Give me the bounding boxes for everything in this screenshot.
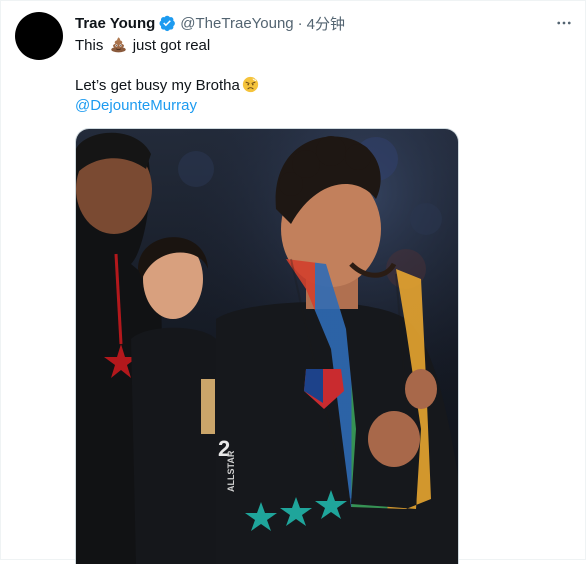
tweet-line-2: Let’s get busy my Brotha [75, 76, 555, 96]
tweet-line-1: This just got real [75, 36, 555, 56]
author-avatar[interactable] [15, 12, 63, 60]
verified-badge-icon [158, 14, 176, 32]
tweet-text: This just got real Let’s get busy my Bro… [75, 36, 555, 116]
line1-before: This [75, 37, 104, 54]
line2-text: Let’s get busy my Brotha [75, 77, 240, 94]
mention-link[interactable]: @DejounteMurray [75, 97, 197, 114]
tweet-line-3: @DejounteMurray [75, 96, 555, 116]
author-handle[interactable]: @TheTraeYoung [180, 15, 293, 32]
separator-dot: · [297, 14, 303, 32]
more-options-icon[interactable] [554, 13, 574, 33]
author-name[interactable]: Trae Young [75, 15, 155, 32]
tweet-photo[interactable]: 2 ALLSTAR [75, 128, 459, 564]
tweet-timestamp[interactable]: 4分钟 [307, 13, 345, 34]
angry-face-emoji-icon [242, 76, 259, 93]
tweet-header: Trae Young @TheTraeYoung · 4分钟 [75, 13, 345, 33]
line1-after: just got real [132, 37, 211, 54]
poop-emoji-icon [110, 36, 127, 53]
jersey-team-text: ALLSTAR [226, 450, 236, 492]
